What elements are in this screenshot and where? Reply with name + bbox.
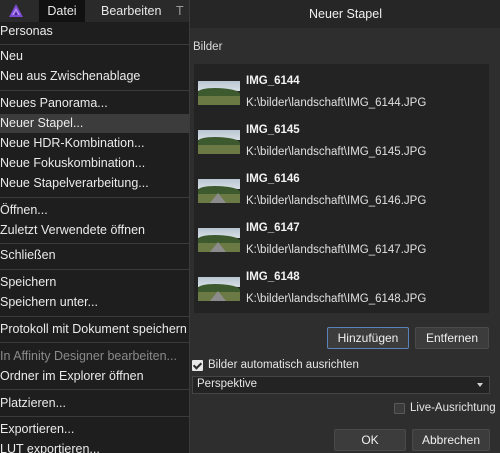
image-thumbnail (198, 277, 240, 301)
menu-separator (0, 197, 190, 198)
menu-separator (0, 44, 190, 45)
image-name: IMG_6148 (246, 271, 300, 283)
image-thumbnail (198, 81, 240, 105)
affinity-photo-logo-icon[interactable] (8, 3, 24, 19)
menu-item-export-lut[interactable]: LUT exportieren... (0, 440, 190, 453)
auto-align-checkbox[interactable] (192, 360, 203, 371)
menu-edit[interactable]: Bearbeiten (93, 0, 169, 22)
menu-item-open[interactable]: Öffnen... (0, 201, 190, 220)
dialog-title: Neuer Stapel (190, 0, 500, 28)
menu-item-save-history[interactable]: Protokoll mit Dokument speichern (0, 320, 190, 339)
menu-item-new-stack[interactable]: Neuer Stapel... (0, 114, 190, 133)
image-path: K:\bilder\landschaft\IMG_6145.JPG (246, 146, 427, 158)
menu-item-new-panorama[interactable]: Neues Panorama... (0, 94, 190, 113)
alignment-mode-value: Perspektive (197, 378, 258, 390)
image-list[interactable]: IMG_6144 K:\bilder\landschaft\IMG_6144.J… (194, 64, 489, 313)
list-item[interactable]: IMG_6145 K:\bilder\landschaft\IMG_6145.J… (194, 116, 489, 165)
menu-item-new-from-clipboard[interactable]: Neu aus Zwischenablage (0, 67, 190, 86)
auto-align-label: Bilder automatisch ausrichten (208, 359, 359, 371)
menu-file[interactable]: Datei (39, 0, 85, 22)
menu-item-personas[interactable]: Personas (0, 22, 190, 41)
menu-bar: Datei Bearbeiten T (0, 0, 190, 22)
alignment-mode-select[interactable]: Perspektive (192, 376, 490, 394)
image-path: K:\bilder\landschaft\IMG_6144.JPG (246, 97, 427, 109)
menu-item-place[interactable]: Platzieren... (0, 394, 190, 413)
menu-next-truncated[interactable]: T (176, 0, 184, 22)
menu-item-open-recent[interactable]: Zuletzt Verwendete öffnen (0, 221, 190, 240)
image-name: IMG_6145 (246, 124, 300, 136)
menu-separator (0, 90, 190, 91)
list-item[interactable]: IMG_6144 K:\bilder\landschaft\IMG_6144.J… (194, 67, 489, 116)
menu-item-save[interactable]: Speichern (0, 273, 190, 292)
menu-item-edit-in-designer: In Affinity Designer bearbeiten... (0, 349, 177, 363)
image-path: K:\bilder\landschaft\IMG_6147.JPG (246, 244, 427, 256)
image-name: IMG_6144 (246, 75, 300, 87)
image-name: IMG_6146 (246, 173, 300, 185)
live-align-label: Live-Ausrichtung (410, 402, 496, 414)
image-thumbnail (198, 228, 240, 252)
menu-item-save-as[interactable]: Speichern unter... (0, 293, 190, 312)
menu-separator (0, 389, 190, 390)
images-section-label: Bilder (193, 41, 223, 53)
ok-button[interactable]: OK (334, 429, 406, 451)
menu-separator (0, 342, 190, 343)
image-path: K:\bilder\landschaft\IMG_6148.JPG (246, 293, 427, 305)
menu-item-new-hdr-merge[interactable]: Neue HDR-Kombination... (0, 134, 190, 153)
file-menu-dropdown: Personas Neu Neu aus Zwischenablage Neue… (0, 22, 190, 453)
live-align-checkbox[interactable] (394, 403, 405, 414)
menu-separator (0, 416, 190, 417)
menu-item-new-batch-job[interactable]: Neue Stapelverarbeitung... (0, 174, 190, 193)
add-button[interactable]: Hinzufügen (327, 327, 409, 349)
image-name: IMG_6147 (246, 222, 300, 234)
menu-item-export[interactable]: Exportieren... (0, 420, 190, 439)
remove-button[interactable]: Entfernen (415, 327, 489, 349)
image-path: K:\bilder\landschaft\IMG_6146.JPG (246, 195, 427, 207)
cancel-button[interactable]: Abbrechen (412, 429, 490, 451)
menu-separator (0, 269, 190, 270)
image-thumbnail (198, 130, 240, 154)
image-thumbnail (198, 179, 240, 203)
list-item[interactable]: IMG_6148 K:\bilder\landschaft\IMG_6148.J… (194, 263, 489, 312)
list-item[interactable]: IMG_6146 K:\bilder\landschaft\IMG_6146.J… (194, 165, 489, 214)
menu-item-reveal-in-explorer[interactable]: Ordner im Explorer öffnen (0, 367, 190, 386)
menu-item-new-focus-merge[interactable]: Neue Fokuskombination... (0, 154, 190, 173)
menu-separator (0, 316, 190, 317)
new-stack-dialog: Neuer Stapel Bilder IMG_6144 K:\bilder\l… (189, 0, 500, 453)
list-item[interactable]: IMG_6147 K:\bilder\landschaft\IMG_6147.J… (194, 214, 489, 263)
menu-item-close[interactable]: Schließen (0, 246, 190, 265)
menu-separator (0, 243, 190, 244)
menu-item-new[interactable]: Neu (0, 47, 190, 66)
chevron-down-icon (477, 383, 483, 387)
